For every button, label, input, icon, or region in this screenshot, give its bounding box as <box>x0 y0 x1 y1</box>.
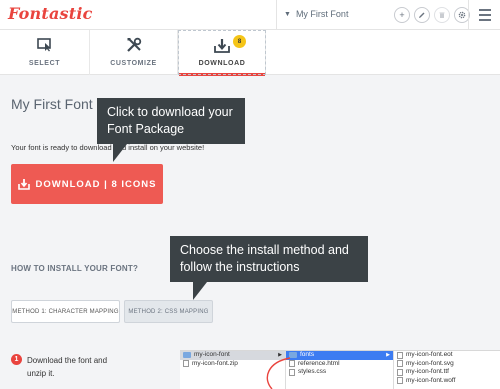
font-file-icon <box>397 351 403 359</box>
tab-customize[interactable]: CUSTOMIZE <box>90 30 178 75</box>
top-bar: Fontastic ▼ My First Font + <box>0 0 500 30</box>
finder-row: my-icon-font.ttf <box>394 368 500 377</box>
finder-item-label: my-icon-font.ttf <box>406 368 449 375</box>
active-tab-indicator <box>179 73 265 76</box>
method-css-mapping-button[interactable]: METHOD 2: CSS MAPPING <box>124 300 213 323</box>
finder-item-label: my-icon-font.eot <box>406 351 453 358</box>
annotation-arrow <box>266 357 291 389</box>
selected-count-badge: 8 <box>233 35 246 48</box>
finder-illustration: my-icon-font ▶ my-icon-font.zip fonts ▶ re… <box>180 350 500 389</box>
finder-row: my-icon-font.woff <box>394 377 500 386</box>
delete-font-button[interactable] <box>434 7 450 23</box>
fontastic-logo[interactable]: Fontastic <box>8 4 93 23</box>
download-icon <box>213 36 231 54</box>
header-actions: + <box>394 7 470 23</box>
tab-label: CUSTOMIZE <box>110 60 157 67</box>
finder-item-label: my-icon-font.woff <box>406 376 456 384</box>
plus-icon: + <box>399 10 405 20</box>
ready-message: Your font is ready to download and insta… <box>11 143 205 152</box>
tooltip-tail <box>113 144 127 162</box>
finder-item-label: my-icon-font.zip <box>192 359 238 367</box>
folder-icon <box>183 352 191 359</box>
download-tooltip: Click to download your Font Package <box>97 98 245 144</box>
add-font-button[interactable]: + <box>394 7 410 23</box>
step-tabs: SELECT CUSTOMIZE 8 DOWNLOAD <box>0 30 500 76</box>
finder-row: my-icon-font.svg <box>394 360 500 369</box>
finder-row: my-icon-font.eot <box>394 351 500 360</box>
select-icon <box>36 36 54 54</box>
finder-item-label: styles.css <box>298 368 327 375</box>
method-character-mapping-button[interactable]: METHOD 1: CHARACTER MAPPING <box>11 300 120 323</box>
trash-icon <box>439 12 445 18</box>
page-title: My First Font <box>11 96 93 112</box>
font-file-icon <box>397 368 403 376</box>
tools-icon <box>125 36 143 54</box>
tooltip-tail <box>193 282 207 300</box>
step-text: Download the font and unzip it. <box>27 356 108 378</box>
font-file-icon <box>397 360 403 368</box>
tab-select[interactable]: SELECT <box>0 30 90 75</box>
divider <box>468 0 469 30</box>
edit-font-button[interactable] <box>414 7 430 23</box>
install-heading: HOW TO INSTALL YOUR FONT? <box>11 264 139 273</box>
finder-row: reference.html <box>286 360 393 369</box>
chevron-right-icon: ▶ <box>386 352 390 358</box>
download-button-label: DOWNLOAD | 8 ICONS <box>35 178 157 190</box>
finder-item-label: my-icon-font <box>194 351 230 358</box>
gear-icon <box>458 11 466 19</box>
font-selector[interactable]: ▼ My First Font <box>284 9 348 19</box>
zip-file-icon <box>183 360 189 368</box>
finder-row: styles.css <box>286 368 393 377</box>
finder-item-label: my-icon-font.svg <box>406 359 454 367</box>
finder-row: fonts ▶ <box>286 351 393 360</box>
font-name: My First Font <box>295 9 349 19</box>
divider <box>276 0 277 30</box>
pencil-icon <box>419 12 425 18</box>
download-button[interactable]: DOWNLOAD | 8 ICONS <box>11 164 163 204</box>
tab-label: DOWNLOAD <box>198 60 246 67</box>
finder-column: fonts ▶ reference.html styles.css <box>286 351 394 389</box>
caret-down-icon: ▼ <box>284 10 291 18</box>
finder-item-label: reference.html <box>298 359 340 367</box>
step-number: 1 <box>11 354 22 365</box>
menu-icon[interactable] <box>479 9 491 24</box>
font-file-icon <box>397 377 403 385</box>
tab-label: SELECT <box>28 60 61 67</box>
tab-download[interactable]: 8 DOWNLOAD <box>178 30 266 76</box>
install-tooltip: Choose the install method and follow the… <box>170 236 368 282</box>
finder-column: my-icon-font.eot my-icon-font.svg my-ico… <box>394 351 500 389</box>
download-icon <box>17 179 30 190</box>
finder-item-label: fonts <box>300 351 315 358</box>
